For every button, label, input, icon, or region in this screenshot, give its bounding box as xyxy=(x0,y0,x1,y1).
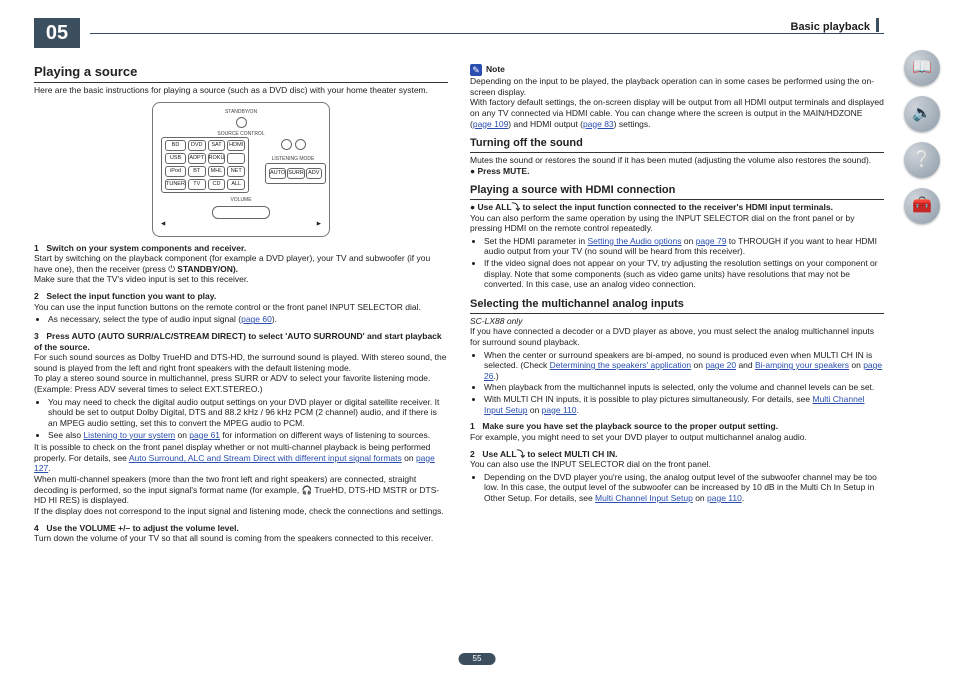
manual-page: 05 Basic playback 📖 🔊 ❔ 🧰 Playing a sour… xyxy=(0,0,954,675)
turning-off-title: Turning off the sound xyxy=(470,137,884,153)
link-page110b[interactable]: page 110 xyxy=(707,493,742,503)
multi-li1: When the center or surround speakers are… xyxy=(484,350,884,382)
step-2-body: You can use the input function buttons o… xyxy=(34,302,448,313)
step-4: 4 Use the VOLUME +/– to adjust the volum… xyxy=(34,523,448,534)
link-page110a[interactable]: page 110 xyxy=(542,405,577,415)
hdmi-li2: If the video signal does not appear on y… xyxy=(484,258,884,290)
step-3-li2: See also Listening to your system on pag… xyxy=(48,430,448,441)
step-1-body2: Make sure that the TV's video input is s… xyxy=(34,274,448,285)
multi-li2: When playback from the multichannel inpu… xyxy=(484,382,884,393)
intro-text: Here are the basic instructions for play… xyxy=(34,85,448,96)
step-2: 2 Select the input function you want to … xyxy=(34,291,448,302)
hdmi-title: Playing a source with HDMI connection xyxy=(470,184,884,200)
speaker-icon[interactable]: 🔊 xyxy=(904,96,940,132)
help-icon[interactable]: ❔ xyxy=(904,142,940,178)
link-page60[interactable]: page 60 xyxy=(241,314,272,324)
link-listening[interactable]: Listening to your system xyxy=(83,430,175,440)
manual-icon[interactable]: 📖 xyxy=(904,50,940,86)
multi-title: Selecting the multichannel analog inputs xyxy=(470,298,884,314)
step-1: 1 Switch on your system components and r… xyxy=(34,243,448,254)
multi-step2-li: Depending on the DVD player you're using… xyxy=(484,472,884,504)
turning-off-body: Mutes the sound or restores the sound if… xyxy=(470,155,884,166)
header-section: Basic playback xyxy=(791,18,880,35)
link-page79[interactable]: page 79 xyxy=(696,236,727,246)
link-audio-options[interactable]: Setting the Audio options xyxy=(587,236,681,246)
link-biamp[interactable]: Bi-amping your speakers xyxy=(755,360,849,370)
link-speakers-app[interactable]: Determining the speakers' application xyxy=(550,360,691,370)
hdmi-step: Use ALL⤵ to select the input function co… xyxy=(470,202,884,213)
multi-step2: 2 Use ALL⤵ to select MULTI CH IN. xyxy=(470,449,884,460)
page-number: 55 xyxy=(459,653,496,665)
multi-step2-body: You can also use the INPUT SELECTOR dial… xyxy=(470,459,884,470)
step-3-li1: You may need to check the digital audio … xyxy=(48,397,448,429)
step-3-d2: When multi-channel speakers (more than t… xyxy=(34,474,448,506)
step-3-d1: It is possible to check on the front pan… xyxy=(34,442,448,474)
note-block: ✎Note Depending on the input to be playe… xyxy=(470,64,884,129)
setup-icon[interactable]: 🧰 xyxy=(904,188,940,224)
link-autosurr[interactable]: Auto Surround, ALC and Stream Direct wit… xyxy=(129,453,402,463)
link-multich2[interactable]: Multi Channel Input Setup xyxy=(595,493,693,503)
step-3: 3 Press AUTO (AUTO SURR/ALC/STREAM DIREC… xyxy=(34,331,448,352)
side-nav-icons: 📖 🔊 ❔ 🧰 xyxy=(904,50,940,224)
step-3-body1: For such sound sources as Dolby TrueHD a… xyxy=(34,352,448,373)
left-column: Playing a source Here are the basic inst… xyxy=(34,64,448,544)
right-column: ✎Note Depending on the input to be playe… xyxy=(470,64,884,544)
press-mute-step: Press MUTE. xyxy=(470,166,884,177)
hdmi-li1: Set the HDMI parameter in Setting the Au… xyxy=(484,236,884,257)
step-1-body: Start by switching on the playback compo… xyxy=(34,253,448,274)
section-title: Playing a source xyxy=(34,64,448,83)
header-rule xyxy=(90,33,884,34)
multi-body: If you have connected a decoder or a DVD… xyxy=(470,326,884,347)
chapter-badge: 05 xyxy=(34,18,80,48)
hdmi-body: You can also perform the same operation … xyxy=(470,213,884,234)
multi-step1: 1 Make sure you have set the playback so… xyxy=(470,421,884,432)
multi-li3: With MULTI CH IN inputs, it is possible … xyxy=(484,394,884,415)
note-icon: ✎ xyxy=(470,64,482,76)
step-4-body: Turn down the volume of your TV so that … xyxy=(34,533,448,544)
link-page61[interactable]: page 61 xyxy=(189,430,220,440)
multi-step1-body: For example, you might need to set your … xyxy=(470,432,884,443)
step-2-li: As necessary, select the type of audio i… xyxy=(48,314,448,325)
link-page83[interactable]: page 83 xyxy=(583,119,614,129)
multi-model-note: SC-LX88 only xyxy=(470,316,884,327)
step-3-body2: To play a stereo sound source in multich… xyxy=(34,373,448,394)
link-page109[interactable]: page 109 xyxy=(473,119,508,129)
remote-illustration: STANDBY/ON SOURCE CONTROL BDDVDSATHDMI U… xyxy=(152,102,330,237)
step-3-d3: If the display does not correspond to th… xyxy=(34,506,448,517)
link-page20[interactable]: page 20 xyxy=(705,360,736,370)
